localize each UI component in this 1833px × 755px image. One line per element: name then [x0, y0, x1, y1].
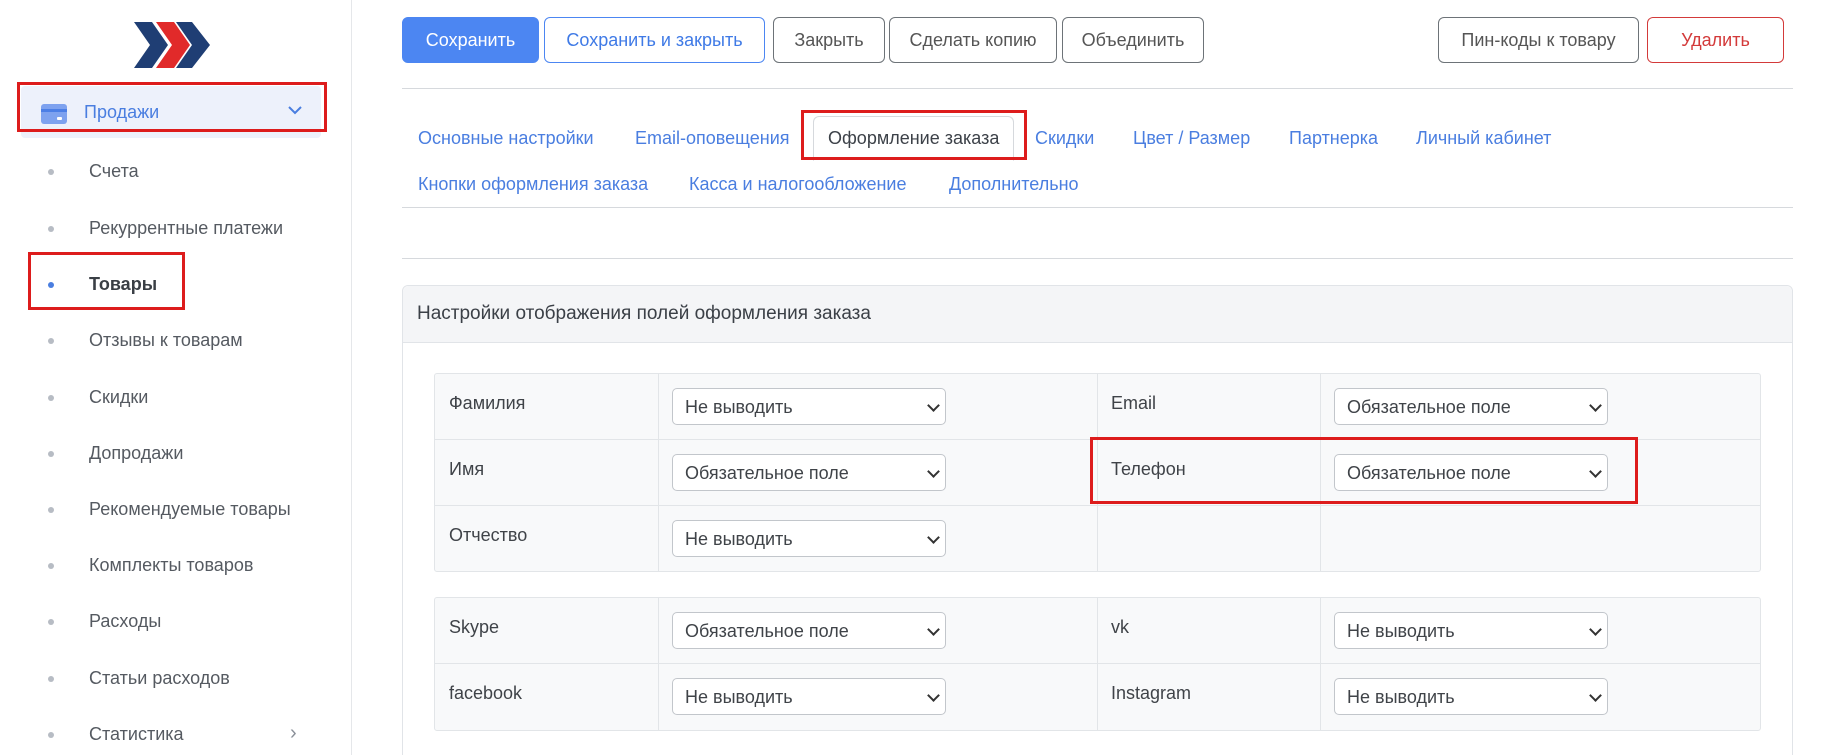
chevron-down-icon — [927, 689, 940, 702]
highlight-phone-row — [1090, 437, 1638, 504]
chevron-down-icon — [1589, 623, 1602, 636]
bullet-icon — [48, 732, 54, 738]
bullet-icon — [48, 338, 54, 344]
highlight-products-item — [28, 252, 185, 310]
select-value: Не выводить — [1347, 687, 1455, 707]
sidebar-item-recommended[interactable]: Рекомендуемые товары — [0, 489, 350, 529]
bullet-icon — [48, 563, 54, 569]
panel-header: Настройки отображения полей оформления з… — [403, 286, 1792, 343]
field-label: Email — [1111, 393, 1157, 413]
tab-email-notifications[interactable]: Email-оповещения — [635, 128, 790, 149]
sidebar-item-label: Статистика — [89, 724, 184, 744]
patronymic-select[interactable]: Не выводить — [672, 520, 946, 557]
sidebar-item-bundles[interactable]: Комплекты товаров — [0, 545, 350, 585]
chevron-down-icon — [927, 531, 940, 544]
chevron-right-icon: › — [290, 722, 297, 744]
field-label: facebook — [449, 683, 523, 703]
save-and-close-button[interactable]: Сохранить и закрыть — [544, 17, 765, 63]
table-row: Отчество Не выводить — [435, 506, 1760, 572]
highlight-checkout-tab — [801, 110, 1027, 160]
merge-button[interactable]: Объединить — [1062, 17, 1204, 63]
lastname-select[interactable]: Не выводить — [672, 388, 946, 425]
logo-chevrons-icon[interactable] — [134, 20, 210, 70]
delete-button[interactable]: Удалить — [1647, 17, 1784, 63]
field-label: Instagram — [1111, 683, 1192, 703]
tab-main-settings[interactable]: Основные настройки — [418, 128, 594, 149]
skype-select[interactable]: Обязательное поле — [672, 612, 946, 649]
chevron-down-icon — [1589, 689, 1602, 702]
sidebar-item-label: Отзывы к товарам — [89, 330, 243, 350]
select-value: Не выводить — [685, 397, 793, 417]
chevron-down-icon — [927, 399, 940, 412]
sidebar-item-label: Статьи расходов — [89, 668, 230, 688]
tab-personal-account[interactable]: Личный кабинет — [1416, 128, 1551, 149]
sidebar-item-label: Допродажи — [89, 443, 184, 463]
field-label: Имя — [449, 459, 485, 479]
tab-cashbox-taxation[interactable]: Касса и налогообложение — [689, 174, 907, 195]
divider — [402, 88, 1793, 89]
table-row: facebook Не выводить Instagram Не выводи… — [435, 664, 1760, 730]
select-value: Не выводить — [685, 687, 793, 707]
save-button[interactable]: Сохранить — [402, 17, 539, 63]
bullet-icon — [48, 451, 54, 457]
chevron-down-icon — [927, 465, 940, 478]
sidebar-item-statistics[interactable]: Статистика › — [0, 714, 350, 754]
select-value: Обязательное поле — [1347, 397, 1511, 417]
tab-affiliate[interactable]: Партнерка — [1289, 128, 1378, 149]
select-value: Не выводить — [1347, 621, 1455, 641]
sidebar-item-reviews[interactable]: Отзывы к товарам — [0, 320, 350, 360]
vk-select[interactable]: Не выводить — [1334, 612, 1608, 649]
pincodes-button[interactable]: Пин-коды к товару — [1438, 17, 1639, 63]
bullet-icon — [48, 395, 54, 401]
tab-color-size[interactable]: Цвет / Размер — [1133, 128, 1250, 149]
bullet-icon — [48, 169, 54, 175]
field-label: vk — [1111, 617, 1129, 637]
bullet-icon — [48, 676, 54, 682]
bullet-icon — [48, 507, 54, 513]
sidebar-item-invoices[interactable]: Счета — [0, 151, 350, 191]
table-row: Фамилия Не выводить Email Обязательное п… — [435, 374, 1760, 440]
field-label: Отчество — [449, 525, 528, 545]
sidebar-item-expense-items[interactable]: Статьи расходов — [0, 658, 350, 698]
firstname-select[interactable]: Обязательное поле — [672, 454, 946, 491]
instagram-select[interactable]: Не выводить — [1334, 678, 1608, 715]
fields-table-social: Skype Обязательное поле vk Не выводить f… — [434, 597, 1761, 731]
select-value: Обязательное поле — [685, 621, 849, 641]
sidebar-item-expenses[interactable]: Расходы — [0, 601, 350, 641]
sidebar-item-label: Расходы — [89, 611, 162, 631]
sidebar-item-label: Рекуррентные платежи — [89, 218, 284, 238]
sidebar-item-discounts[interactable]: Скидки — [0, 377, 350, 417]
select-value: Не выводить — [685, 529, 793, 549]
bullet-icon — [48, 619, 54, 625]
sidebar-item-label: Комплекты товаров — [89, 555, 254, 575]
bullet-icon — [48, 226, 54, 232]
sidebar-item-label: Скидки — [89, 387, 149, 407]
tab-additional[interactable]: Дополнительно — [949, 174, 1079, 195]
tab-checkout-buttons[interactable]: Кнопки оформления заказа — [418, 174, 648, 195]
divider — [402, 258, 1793, 259]
highlight-sales-section — [17, 82, 327, 132]
select-value: Обязательное поле — [685, 463, 849, 483]
email-select[interactable]: Обязательное поле — [1334, 388, 1608, 425]
panel-title: Настройки отображения полей оформления з… — [417, 303, 871, 324]
sidebar-item-label: Счета — [89, 161, 139, 181]
sidebar-item-upsells[interactable]: Допродажи — [0, 433, 350, 473]
chevron-down-icon — [927, 623, 940, 636]
sidebar-item-recurring[interactable]: Рекуррентные платежи — [0, 208, 350, 248]
make-copy-button[interactable]: Сделать копию — [889, 17, 1057, 63]
tabs-divider — [402, 207, 1793, 208]
close-button[interactable]: Закрыть — [773, 17, 885, 63]
field-label: Skype — [449, 617, 500, 637]
tab-discounts[interactable]: Скидки — [1035, 128, 1094, 149]
sidebar-item-label: Рекомендуемые товары — [89, 499, 291, 519]
facebook-select[interactable]: Не выводить — [672, 678, 946, 715]
chevron-down-icon — [1589, 399, 1602, 412]
field-label: Фамилия — [449, 393, 526, 413]
table-row: Skype Обязательное поле vk Не выводить — [435, 598, 1760, 664]
